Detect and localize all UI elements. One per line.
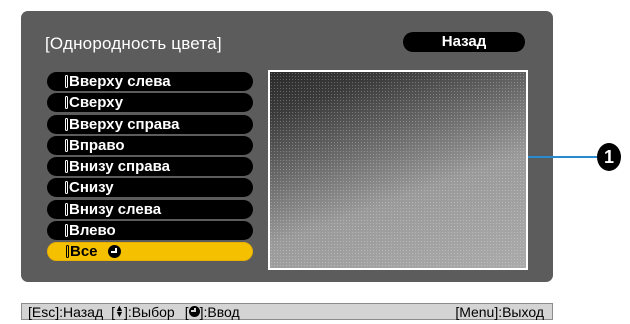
- list-item-label: Внизу слева: [69, 200, 162, 218]
- list-item-label: Сверху: [69, 94, 124, 112]
- list-item-bottom-right[interactable]: Внизу справа: [47, 157, 253, 177]
- page-title: [Однородность цвета]: [45, 34, 222, 53]
- item-cursor-icon: [65, 117, 68, 131]
- list-item-label: Внизу справа: [69, 158, 170, 176]
- enter-hint: []:Ввод: [184, 303, 240, 320]
- list-item-label: Вправо: [69, 136, 125, 154]
- enter-icon: [188, 305, 200, 317]
- list-item-label: Все: [70, 243, 98, 261]
- back-button[interactable]: Назад: [403, 32, 525, 52]
- item-cursor-icon: [65, 96, 68, 110]
- item-cursor-icon: [65, 160, 68, 174]
- uniformity-position-list: Вверху слева Сверху Вверху справа Вправо…: [47, 72, 253, 264]
- callout-line: [528, 156, 604, 158]
- list-item-label: Вверху слева: [69, 73, 171, 90]
- list-item-top-left[interactable]: Вверху слева: [47, 72, 253, 91]
- select-hint: [▲ ▼]:Выбор: [111, 302, 175, 320]
- callout-number-badge: 1: [597, 143, 621, 171]
- enter-icon: [107, 245, 121, 259]
- list-item-bottom[interactable]: Снизу: [47, 178, 253, 198]
- list-item-right[interactable]: Вправо: [47, 135, 253, 155]
- list-item-top[interactable]: Сверху: [47, 93, 253, 113]
- esc-hint: [Esc]:Назад: [28, 303, 104, 320]
- item-cursor-icon: [66, 245, 69, 259]
- list-item-left[interactable]: Влево: [47, 221, 253, 241]
- uniformity-preview-area: [268, 70, 528, 270]
- list-item-bottom-left[interactable]: Внизу слева: [47, 199, 253, 219]
- up-down-arrow-icon: ▲ ▼: [115, 302, 124, 319]
- list-item-top-right[interactable]: Вверху справа: [47, 114, 253, 134]
- list-item-label: Снизу: [69, 179, 114, 197]
- list-item-label: Вверху справа: [69, 115, 180, 133]
- menu-exit-hint: [Menu]:Выход: [455, 303, 544, 320]
- item-cursor-icon: [65, 202, 68, 216]
- key-help-bar: [Esc]:Назад [▲ ▼]:Выбор []:Ввод [Menu]:Вы…: [21, 303, 553, 320]
- item-cursor-icon: [65, 181, 68, 195]
- list-item-all[interactable]: Все: [47, 242, 253, 262]
- item-cursor-icon: [65, 138, 68, 152]
- item-cursor-icon: [65, 224, 68, 238]
- list-item-label: Влево: [69, 222, 116, 240]
- item-cursor-icon: [65, 75, 68, 88]
